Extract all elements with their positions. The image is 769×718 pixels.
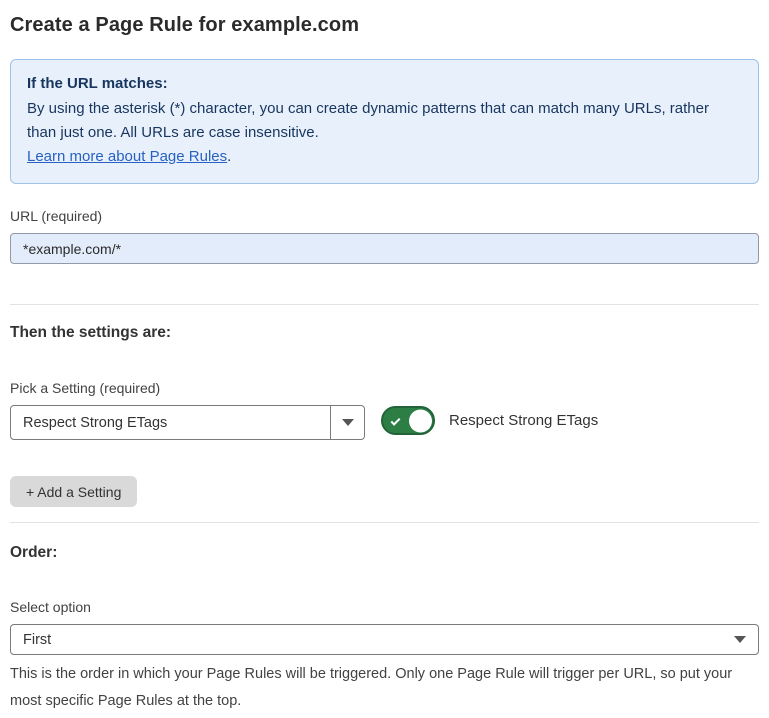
divider [10,304,759,305]
create-page-rule-form: Create a Page Rule for example.com If th… [0,0,769,718]
url-field-label: URL (required) [10,208,759,224]
order-select[interactable]: First [10,624,759,655]
setting-select-arrow-button[interactable] [330,406,364,439]
learn-more-link[interactable]: Learn more about Page Rules [27,148,227,165]
url-match-info-box: If the URL matches: By using the asteris… [10,59,759,184]
info-box-heading: If the URL matches: [27,72,742,96]
setting-select-value: Respect Strong ETags [11,406,330,439]
order-select-value: First [23,632,51,648]
order-section-heading: Order: [10,544,759,562]
setting-toggle-group: Respect Strong ETags [381,406,598,435]
url-input[interactable] [10,233,759,264]
page-title: Create a Page Rule for example.com [10,14,759,37]
chevron-down-icon [734,636,746,643]
info-box-body: By using the asterisk (*) character, you… [27,97,742,169]
info-box-body-text: By using the asterisk (*) character, you… [27,100,709,141]
check-icon [391,415,401,425]
add-setting-button[interactable]: + Add a Setting [10,476,137,507]
setting-row: Respect Strong ETags Respect Strong ETag… [10,405,759,440]
link-suffix: . [227,148,231,165]
order-help-text: This is the order in which your Page Rul… [10,661,755,715]
toggle-label: Respect Strong ETags [449,412,598,429]
toggle-knob [409,409,432,432]
chevron-down-icon [342,419,354,426]
order-select-label: Select option [10,599,759,615]
pick-setting-label: Pick a Setting (required) [10,380,759,396]
divider [10,522,759,523]
setting-select[interactable]: Respect Strong ETags [10,405,365,440]
respect-strong-etags-toggle[interactable] [381,406,435,435]
settings-section-heading: Then the settings are: [10,324,759,342]
